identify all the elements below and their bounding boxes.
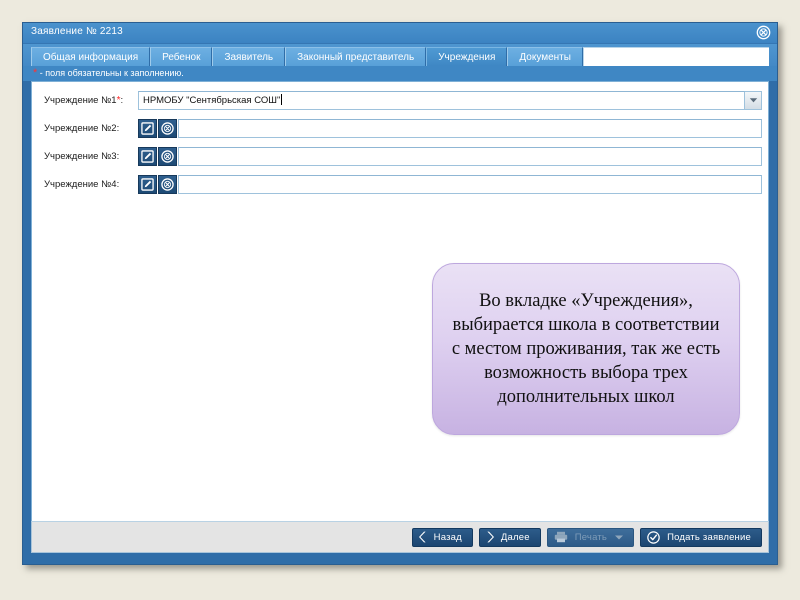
check-circle-icon (647, 530, 660, 544)
field-wrap-4 (138, 175, 762, 194)
tab-zakonnyy-predstavitel[interactable]: Законный представитель (285, 47, 427, 66)
next-button-label: Далее (500, 531, 530, 543)
chevron-down-icon[interactable] (745, 91, 762, 110)
print-button[interactable]: Печать (546, 527, 635, 547)
tab-strip-filler (582, 47, 769, 66)
tab-dokumenty[interactable]: Документы (507, 47, 583, 66)
input-uchrezhdenie-4[interactable] (178, 175, 762, 194)
window-title: Заявление № 2213 (31, 26, 123, 37)
tab-strip: Общая информация Ребенок Заявитель Закон… (23, 44, 777, 66)
input-uchrezhdenie-3[interactable] (178, 147, 762, 166)
field-wrap-3 (138, 147, 762, 166)
label-uchrezhdenie-3: Учреждение №3: (44, 151, 120, 162)
tab-rebenok[interactable]: Ребенок (150, 47, 213, 66)
edit-pencil-icon[interactable] (138, 147, 157, 166)
back-button[interactable]: Назад (411, 527, 473, 547)
window-bottom-strip (23, 553, 777, 559)
required-marker-1: * (116, 94, 121, 106)
label-uchrezhdenie-4: Учреждение №4: (44, 179, 120, 190)
label-uchrezhdenie-2: Учреждение №2: (44, 123, 120, 134)
clear-circle-x-icon[interactable] (158, 175, 177, 194)
field-wrap-2 (138, 119, 762, 138)
form-row-uchrezhdenie-3: Учреждение №3: (38, 146, 762, 167)
tab-zayavitel[interactable]: Заявитель (212, 47, 286, 66)
bottom-toolbar: Назад Далее Печать Подать заявление (31, 521, 769, 553)
tab-uchrezhdeniya[interactable]: Учреждения (426, 47, 508, 66)
form-row-uchrezhdenie-4: Учреждение №4: (38, 174, 762, 195)
input-uchrezhdenie-2[interactable] (178, 119, 762, 138)
input-uchrezhdenie-1[interactable]: НРМОБУ "Сентябрьская СОШ" (138, 91, 745, 110)
label-uchrezhdenie-1: Учреждение №1*: (44, 94, 124, 106)
clear-circle-x-icon[interactable] (158, 119, 177, 138)
form-row-uchrezhdenie-2: Учреждение №2: (38, 118, 762, 139)
chevron-right-icon (486, 531, 494, 543)
form-row-uchrezhdenie-1: Учреждение №1*: НРМОБУ "Сентябрьская СОШ… (38, 90, 762, 111)
submit-application-button[interactable]: Подать заявление (640, 527, 762, 547)
chevron-left-icon (418, 531, 427, 543)
submit-application-button-label: Подать заявление (667, 531, 751, 543)
field-wrap-1: НРМОБУ "Сентябрьская СОШ" (138, 91, 762, 110)
printer-icon (554, 531, 568, 543)
label-uchrezhdenie-3-text: Учреждение №3 (44, 151, 117, 162)
required-fields-note: * - поля обязательны к заполнению. (23, 66, 777, 81)
edit-pencil-icon[interactable] (138, 175, 157, 194)
label-uchrezhdenie-1-text: Учреждение №1 (44, 95, 117, 106)
title-bar: Заявление № 2213 (23, 23, 777, 44)
required-note-text: - поля обязательны к заполнению. (37, 68, 184, 78)
label-uchrezhdenie-2-text: Учреждение №2 (44, 123, 117, 134)
back-button-label: Назад (433, 531, 462, 543)
annotation-callout: Во вкладке «Учреждения», выбирается школ… (432, 263, 740, 435)
edit-pencil-icon[interactable] (138, 119, 157, 138)
clear-circle-x-icon[interactable] (158, 147, 177, 166)
next-button[interactable]: Далее (478, 527, 541, 547)
annotation-callout-text: Во вкладке «Учреждения», выбирается школ… (451, 290, 721, 408)
label-uchrezhdenie-4-text: Учреждение №4 (44, 179, 117, 190)
tab-obshaya-informaciya[interactable]: Общая информация (31, 47, 151, 66)
close-circle-icon[interactable] (756, 25, 771, 40)
print-button-label: Печать (574, 531, 608, 543)
chevron-down-icon[interactable] (615, 532, 624, 543)
